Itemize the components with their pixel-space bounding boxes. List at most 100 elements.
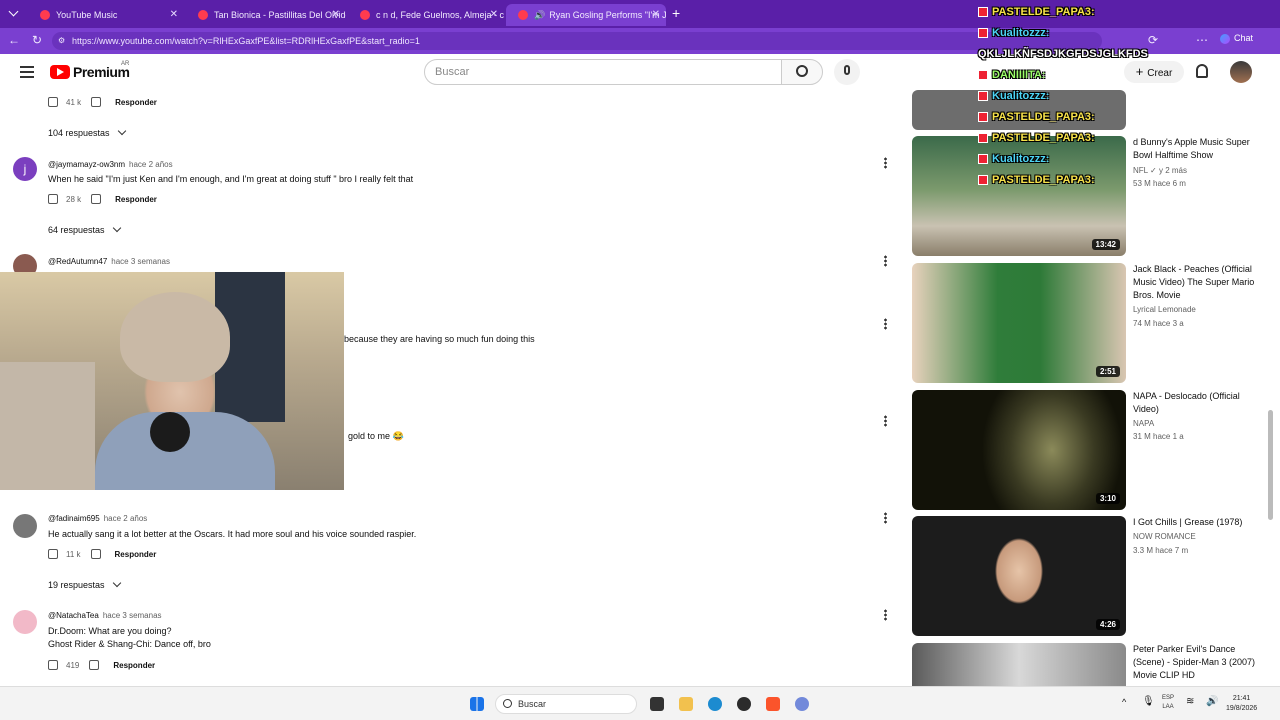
chat-message: Kualitozzz: [978,90,1049,102]
replies-toggle[interactable]: 64 respuestas [48,223,121,235]
create-button[interactable]: + Crear [1124,61,1184,83]
close-tab-icon[interactable]: ✕ [490,9,498,20]
tray-chevron-icon[interactable]: ^ [1122,697,1126,707]
keyboard-language[interactable]: ESP LAA [1162,694,1174,712]
video-thumbnail[interactable] [912,643,1126,686]
edge-browser-icon[interactable] [708,697,722,711]
dislike-icon[interactable] [91,97,102,107]
search-input[interactable]: Buscar [424,59,782,85]
chat-button[interactable]: Chat [1220,33,1253,44]
like-icon[interactable] [48,194,58,204]
tab-tan-bionica[interactable]: Tan Bionica - Pastillitas Del Olvido ✕ [186,4,346,26]
reload-icon[interactable]: ↻ [32,33,42,47]
replies-toggle[interactable]: 19 respuestas [48,578,121,590]
tab-youtube-music[interactable]: YouTube Music ✕ [28,4,184,26]
duration-badge: 3:10 [1095,493,1120,504]
video-thumbnail[interactable]: 3:10 [912,390,1126,510]
windows-taskbar: Buscar ^ 🎙 ESP LAA ≋ 🔊 21:41 19/8/2026 [0,686,1280,720]
video-thumbnail[interactable]: 2:51 [912,263,1126,383]
video-title[interactable]: Jack Black - Peaches (Official Music Vid… [1133,263,1263,302]
video-title[interactable]: Peter Parker Evil's Dance (Scene) - Spid… [1133,643,1263,682]
page-scrollbar[interactable] [1268,410,1273,520]
like-icon[interactable] [48,97,58,107]
logo-country: AR [121,61,130,67]
dislike-icon[interactable] [90,549,101,559]
video-thumbnail[interactable]: 4:26 [912,516,1126,636]
tab-cnd[interactable]: c n d, Fede Guelmos, Almeja - cifr ✕ [348,4,504,26]
video-title[interactable]: I Got Chills | Grease (1978) [1133,516,1263,529]
menu-dots-icon[interactable]: ⋯ [1196,33,1208,47]
voice-search-button[interactable] [834,59,860,85]
comment-text: gold to me 😂 [348,431,404,441]
chat-message: PASTELDE_PAPA3: [978,132,1095,144]
tab-list-chevron-icon[interactable] [8,6,19,17]
close-tab-icon[interactable]: ✕ [652,9,660,20]
comment-author[interactable]: @fadinaim695 hace 2 años [48,514,147,523]
reply-button[interactable]: Responder [113,661,155,670]
extensions-icon[interactable]: ⟳ [1148,33,1158,47]
app-icon[interactable] [650,697,664,711]
video-title[interactable]: d Bunny's Apple Music Super Bowl Halftim… [1133,136,1263,162]
comment-menu-icon[interactable] [884,609,887,621]
replies-toggle[interactable]: 104 respuestas [48,126,126,138]
comment-menu-icon[interactable] [884,318,887,330]
reply-button[interactable]: Responder [115,195,157,204]
chat-message: Kualitozzz: [978,27,1049,39]
video-channel[interactable]: NFL ✓ y 2 más [1133,166,1187,175]
comment-actions: 11 k Responder [48,549,156,559]
video-channel[interactable]: NAPA [1133,419,1154,428]
comment-menu-icon[interactable] [884,512,887,524]
close-tab-icon[interactable]: ✕ [170,9,178,20]
duration-badge: 13:42 [1091,239,1120,250]
youtube-favicon-icon [518,10,528,20]
obs-icon[interactable] [737,697,751,711]
notifications-bell-icon[interactable] [1196,64,1208,78]
file-explorer-icon[interactable] [679,697,693,711]
dislike-icon[interactable] [91,194,102,204]
comment-menu-icon[interactable] [884,157,887,169]
hamburger-menu-icon[interactable] [20,66,34,78]
avatar[interactable]: j [13,157,37,181]
volume-icon[interactable]: 🔊 [1206,696,1218,707]
comment-author[interactable]: @RedAutumn47 hace 3 semanas [48,257,170,266]
search-icon [796,65,808,77]
account-avatar[interactable] [1230,61,1252,83]
windows-start-icon[interactable] [470,697,484,711]
chat-message: PASTELDE_PAPA3: [978,6,1095,18]
speaker-icon: 🔊 [534,9,546,20]
like-icon[interactable] [48,660,58,670]
dislike-icon[interactable] [89,660,100,670]
new-tab-icon[interactable]: + [672,5,680,21]
discord-icon[interactable] [795,697,809,711]
brave-browser-icon[interactable] [766,697,780,711]
close-tab-icon[interactable]: ✕ [332,9,340,20]
comment-menu-icon[interactable] [884,415,887,427]
video-channel[interactable]: Lyrical Lemonade [1133,305,1196,314]
like-icon[interactable] [48,549,58,559]
system-clock[interactable]: 21:41 19/8/2026 [1226,694,1257,714]
taskbar-search-input[interactable]: Buscar [495,694,637,714]
avatar[interactable] [13,514,37,538]
search-button[interactable] [781,59,823,85]
back-icon[interactable]: ← [8,33,20,47]
reply-button[interactable]: Responder [115,98,157,107]
avatar[interactable] [13,610,37,634]
youtube-logo-icon[interactable] [50,65,70,79]
tab-ryan-gosling[interactable]: 🔊 Ryan Gosling Performs "I'm Ju ✕ [506,4,666,26]
chat-message: DANIIIITA: [978,69,1046,81]
chat-badge-icon [978,91,988,102]
webcam-background-bed [0,362,95,490]
comment-menu-icon[interactable] [884,255,887,267]
reply-button[interactable]: Responder [115,550,157,559]
mic-tray-icon[interactable]: 🎙 [1142,696,1155,707]
comment-text: He actually sang it a lot better at the … [48,529,417,539]
duration-badge: 4:26 [1095,619,1120,630]
mic-icon [844,65,850,75]
url-field[interactable]: ⚙ https://www.youtube.com/watch?v=RlHExG… [52,32,1102,50]
comment-author[interactable]: @jaymamayz-ow3nm hace 2 años [48,160,173,169]
video-channel[interactable]: NOW ROMANCE [1133,532,1196,541]
video-title[interactable]: NAPA - Deslocado (Official Video) [1133,390,1263,416]
comment-author[interactable]: @NatachaTea hace 3 semanas [48,611,162,620]
wifi-icon[interactable]: ≋ [1186,696,1194,707]
site-info-icon[interactable]: ⚙ [58,32,65,50]
